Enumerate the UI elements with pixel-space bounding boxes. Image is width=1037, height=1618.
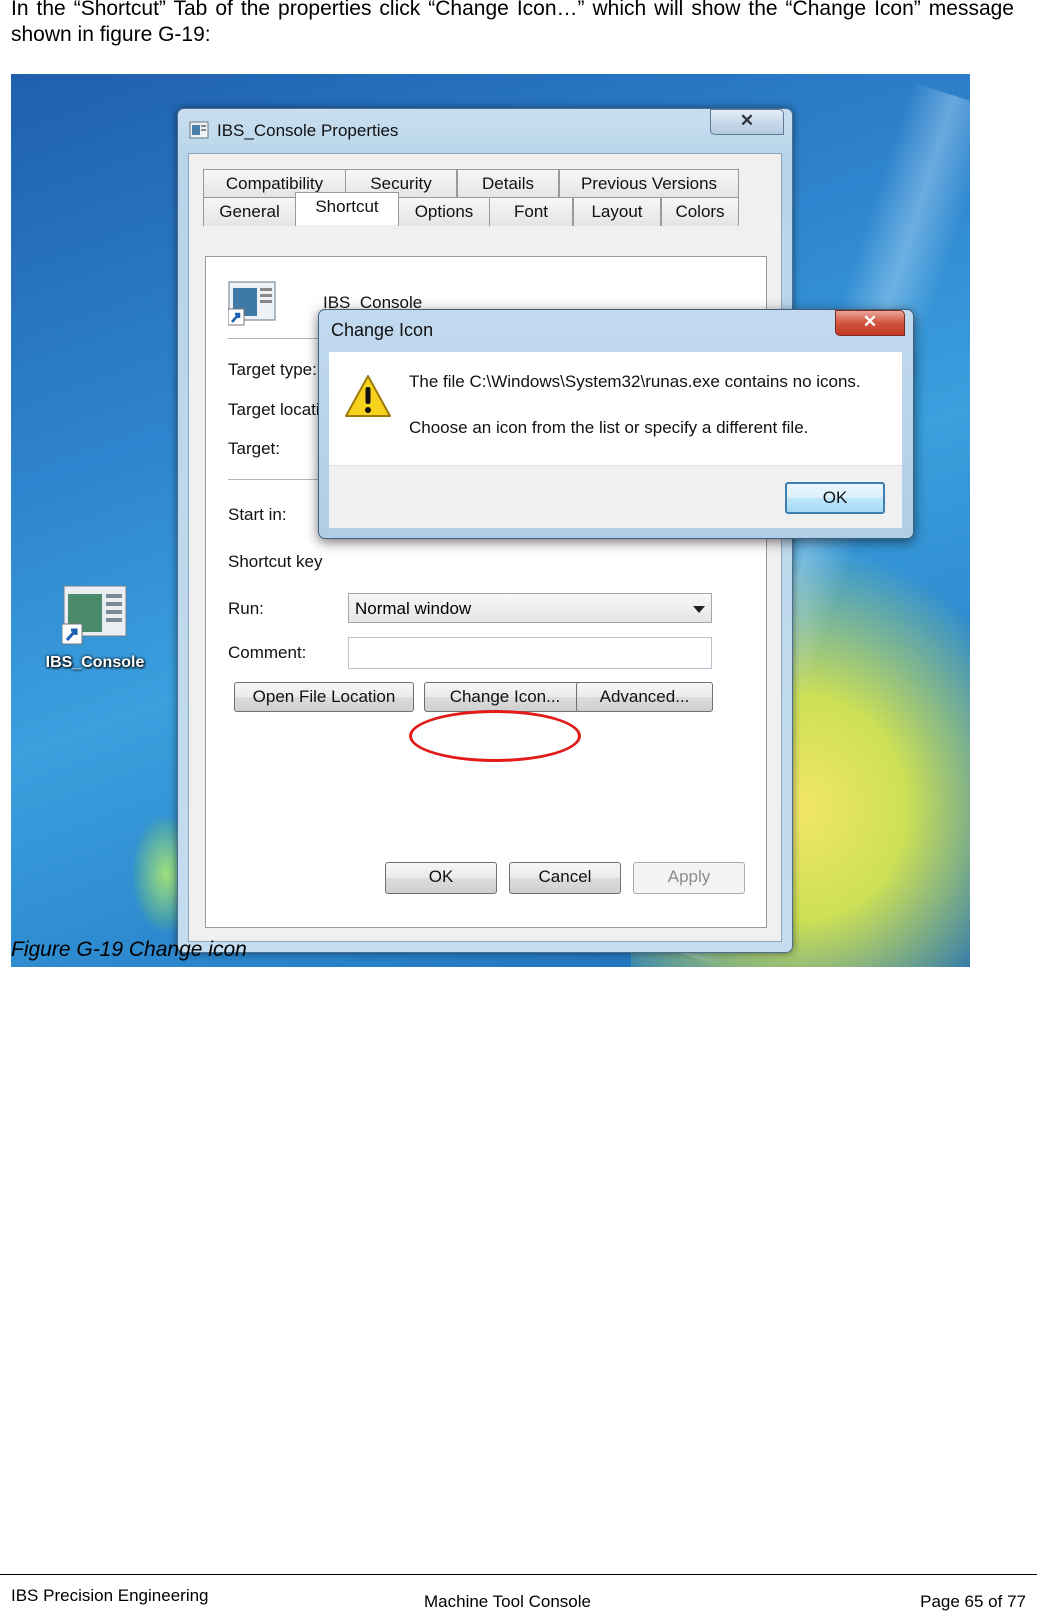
change-icon-button[interactable]: Change Icon... xyxy=(424,682,586,712)
shortcut-key-label: Shortcut key xyxy=(228,552,323,571)
warning-icon xyxy=(344,374,392,423)
dialog-footer: OK xyxy=(329,465,902,528)
tab-font[interactable]: Font xyxy=(489,197,573,226)
apply-button[interactable]: Apply xyxy=(633,862,745,894)
properties-body: Compatibility Security Details Previous … xyxy=(188,153,782,942)
target-type-label: Target type: xyxy=(228,360,317,379)
run-select-value: Normal window xyxy=(355,599,472,618)
change-icon-dialog: Change Icon ✕ The file C:\Windows\System… xyxy=(318,309,914,539)
tab-colors[interactable]: Colors xyxy=(661,197,739,226)
intro-paragraph: In the “Shortcut” Tab of the properties … xyxy=(11,0,1014,46)
footer-page-number: Page 65 of 77 xyxy=(920,1592,1026,1611)
tab-details[interactable]: Details xyxy=(457,169,559,198)
shortcut-title-icon xyxy=(189,121,209,139)
dialog-message-line1: The file C:\Windows\System32\runas.exe c… xyxy=(409,372,861,391)
cancel-button[interactable]: Cancel xyxy=(509,862,621,894)
run-select[interactable]: Normal window xyxy=(348,593,712,623)
properties-titlebar[interactable]: IBS_Console Properties ✕ xyxy=(178,109,792,149)
advanced-button[interactable]: Advanced... xyxy=(576,682,713,712)
tab-previous-versions[interactable]: Previous Versions xyxy=(559,169,739,198)
tab-layout[interactable]: Layout xyxy=(573,197,661,226)
footer-divider xyxy=(0,1574,1037,1575)
shortcut-large-icon xyxy=(227,281,276,332)
footer-company: IBS Precision Engineering xyxy=(11,1586,209,1605)
dialog-close-button[interactable]: ✕ xyxy=(835,310,905,336)
properties-close-button[interactable]: ✕ xyxy=(710,109,784,135)
shortcut-app-icon xyxy=(61,584,128,646)
dialog-title: Change Icon xyxy=(331,320,434,340)
target-label: Target: xyxy=(228,439,280,458)
figure-caption: Figure G-19 Change icon xyxy=(11,938,247,961)
footer-document-title: Machine Tool Console xyxy=(424,1592,591,1611)
chevron-down-icon xyxy=(693,606,705,613)
tab-general[interactable]: General xyxy=(203,197,296,226)
properties-title: IBS_Console Properties xyxy=(217,121,399,140)
ok-button[interactable]: OK xyxy=(385,862,497,894)
comment-field[interactable] xyxy=(348,637,712,669)
start-in-label: Start in: xyxy=(228,505,287,524)
desktop-shortcut-ibs-console[interactable]: IBS_Console xyxy=(41,584,149,672)
highlight-ellipse xyxy=(409,710,581,762)
comment-label: Comment: xyxy=(228,643,307,662)
open-file-location-button[interactable]: Open File Location xyxy=(234,682,414,712)
dialog-message-line2: Choose an icon from the list or specify … xyxy=(409,418,809,437)
desktop-icon-label: IBS_Console xyxy=(45,654,145,671)
screenshot-figure: IBS_Console IBS_Console Properties ✕ Com… xyxy=(11,74,970,967)
dialog-ok-button[interactable]: OK xyxy=(785,482,885,514)
tab-options[interactable]: Options xyxy=(398,197,490,226)
tab-shortcut[interactable]: Shortcut xyxy=(295,192,399,225)
dialog-content: The file C:\Windows\System32\runas.exe c… xyxy=(329,352,902,465)
run-label: Run: xyxy=(228,599,264,618)
target-location-label: Target locatio xyxy=(228,400,330,419)
